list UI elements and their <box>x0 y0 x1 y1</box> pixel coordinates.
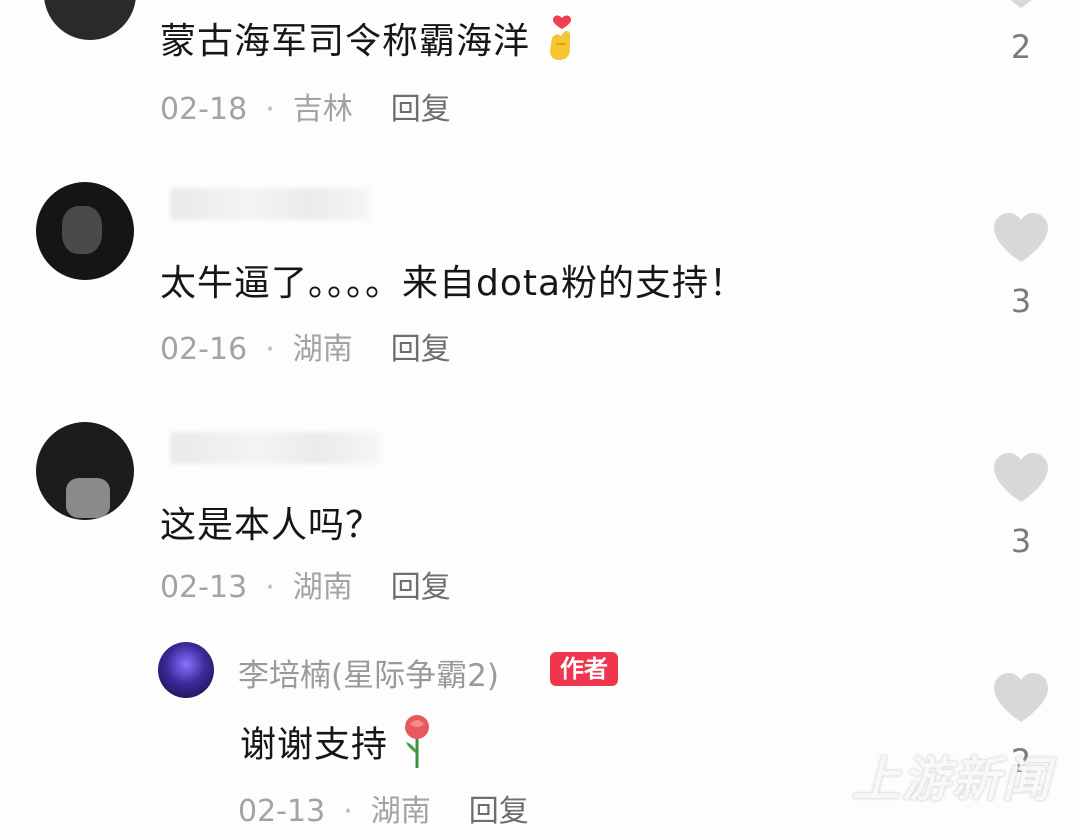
meta-separator: · <box>265 332 275 367</box>
comment-list: 蒙古海军司令称霸海洋 02-18 · 吉林 回复 2 太牛逼了。。。。来自dota粉 <box>0 0 1080 840</box>
like-count: 2 <box>1010 28 1032 66</box>
comment-text: 蒙古海军司令称霸海洋 <box>160 12 582 73</box>
avatar[interactable] <box>36 422 134 520</box>
reply-location: 湖南 <box>370 794 431 829</box>
comment-date: 02-18 <box>160 92 248 127</box>
like-button[interactable]: 2 <box>989 0 1053 66</box>
comment-meta: 02-18 · 吉林 回复 <box>160 84 451 128</box>
comment-location: 吉林 <box>292 92 353 127</box>
heart-icon <box>994 673 1048 722</box>
reply-meta: 02-13 · 湖南 回复 <box>238 786 529 830</box>
comment-meta: 02-16 · 湖南 回复 <box>160 324 451 368</box>
avatar[interactable] <box>36 182 134 280</box>
like-button[interactable]: 3 <box>989 212 1053 320</box>
comment-text: 这是本人吗？ <box>160 505 383 546</box>
comment-date: 02-13 <box>160 570 248 605</box>
meta-separator: · <box>343 794 353 829</box>
username-blurred[interactable] <box>170 432 380 464</box>
reply-text: 谢谢支持 <box>240 714 434 779</box>
reply-button[interactable]: 回复 <box>391 332 451 367</box>
meta-separator: · <box>265 570 275 605</box>
comment-location: 湖南 <box>292 570 353 605</box>
reply-button[interactable]: 回复 <box>391 570 451 605</box>
meta-separator: · <box>265 92 275 127</box>
comment-date: 02-16 <box>160 332 248 367</box>
like-count: 3 <box>1010 522 1032 560</box>
author-username[interactable]: 李培楠(星际争霸2) <box>238 650 499 695</box>
heart-icon <box>994 453 1048 502</box>
rose-icon <box>400 714 434 779</box>
reply-button[interactable]: 回复 <box>391 92 451 127</box>
reply-date: 02-13 <box>238 794 326 829</box>
watermark: 上游新闻 <box>851 752 1052 808</box>
author-badge: 作者 <box>550 652 618 686</box>
comment-location: 湖南 <box>292 332 353 367</box>
comment-meta: 02-13 · 湖南 回复 <box>160 562 451 606</box>
comment-text: 太牛逼了。。。。来自dota粉的支持！ <box>160 263 747 304</box>
heart-icon <box>994 213 1048 262</box>
heart-icon <box>1010 0 1032 8</box>
like-count: 3 <box>1010 282 1032 320</box>
like-button[interactable]: 3 <box>989 452 1053 560</box>
username-blurred[interactable] <box>170 188 370 220</box>
reply-button[interactable]: 回复 <box>469 794 529 829</box>
author-avatar[interactable] <box>158 642 214 698</box>
finger-heart-icon <box>542 14 582 73</box>
avatar[interactable] <box>44 0 136 40</box>
